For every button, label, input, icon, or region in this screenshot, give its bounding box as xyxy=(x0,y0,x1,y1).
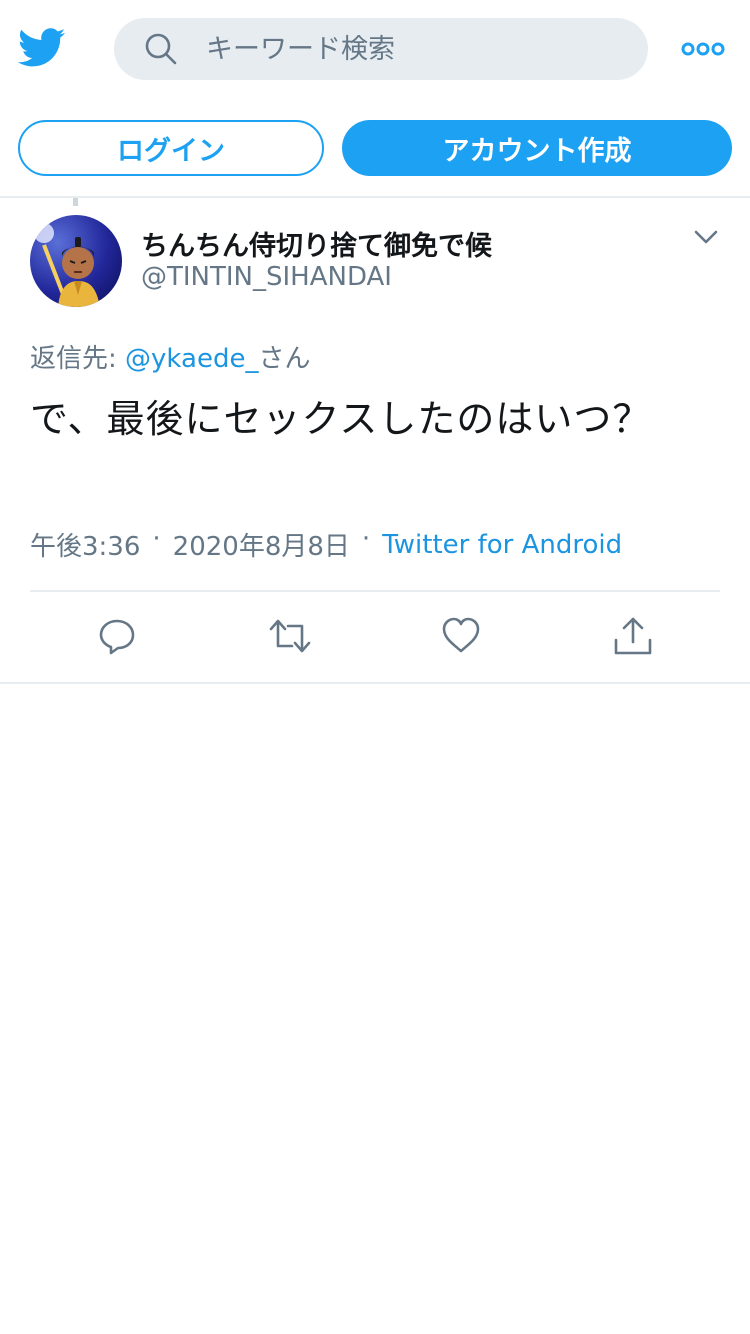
avatar[interactable] xyxy=(30,215,122,307)
meta-separator: · xyxy=(361,523,371,554)
reply-mention-link[interactable]: @ykaede_ xyxy=(125,344,258,374)
tweet-time[interactable]: 午後3:36 xyxy=(30,526,140,563)
tweet-source-link[interactable]: Twitter for Android xyxy=(382,530,622,560)
tweet-bottom-divider xyxy=(0,682,750,684)
chevron-down-icon[interactable] xyxy=(692,226,720,248)
thread-connector-line xyxy=(73,198,78,206)
tweet-metadata: 午後3:36 · 2020年8月8日 · Twitter for Android xyxy=(30,523,622,563)
login-button[interactable]: ログイン xyxy=(18,120,324,176)
action-divider xyxy=(30,590,720,592)
share-icon[interactable] xyxy=(613,616,653,656)
retweet-icon[interactable] xyxy=(268,616,312,656)
signup-button[interactable]: アカウント作成 xyxy=(342,120,732,176)
display-name[interactable]: ちんちん侍切り捨て御免で候 xyxy=(141,224,492,263)
header-divider xyxy=(0,196,750,198)
more-dots-icon[interactable] xyxy=(680,38,726,60)
reply-prefix: 返信先: xyxy=(30,344,126,374)
like-icon[interactable] xyxy=(441,616,481,656)
reply-suffix: さん xyxy=(258,344,311,374)
search-box[interactable] xyxy=(114,18,648,80)
search-input[interactable] xyxy=(206,30,626,68)
top-bar xyxy=(0,0,750,100)
screen-name[interactable]: @TINTIN_SIHANDAI xyxy=(141,262,392,292)
tweet-text: で、最後にセックスしたのはいつ？ xyxy=(30,397,652,441)
reply-context: 返信先: @ykaede_さん xyxy=(30,338,310,375)
search-icon xyxy=(145,33,177,65)
reply-icon[interactable] xyxy=(97,616,137,656)
twitter-bird-icon[interactable] xyxy=(18,26,66,70)
meta-separator: · xyxy=(152,523,161,554)
tweet-date[interactable]: 2020年8月8日 xyxy=(173,526,350,563)
